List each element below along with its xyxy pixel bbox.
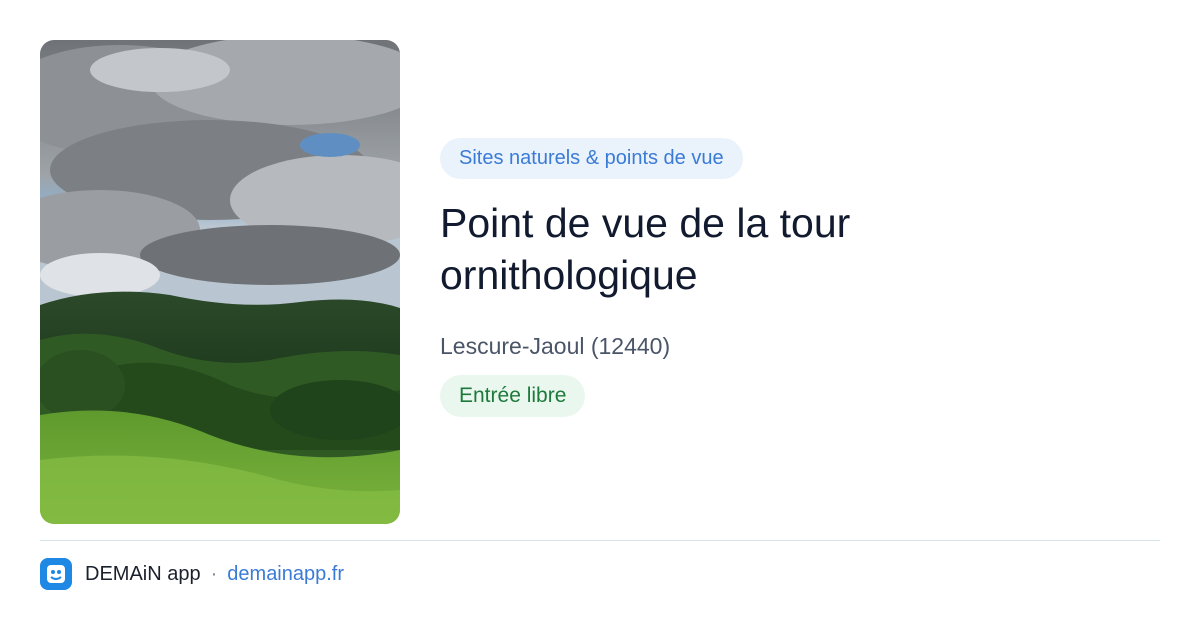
app-logo-icon[interactable]	[40, 558, 72, 590]
app-name: DEMAiN app	[85, 562, 201, 585]
landscape-image	[40, 40, 400, 524]
place-title: Point de vue de la tour ornithologique	[440, 200, 851, 298]
footer-separator: ·	[210, 562, 218, 585]
category-badge[interactable]: Sites naturels & points de vue	[440, 138, 743, 179]
app-website-link[interactable]: demainapp.fr	[227, 563, 344, 586]
place-details: Sites naturels & points de vue Point de …	[440, 138, 1160, 417]
place-location: Lescure-Jaoul (12440)	[440, 333, 671, 359]
access-badge: Entrée libre	[440, 375, 586, 417]
footer: DEMAiN app · demainapp.fr	[40, 558, 344, 590]
footer-divider	[40, 540, 1160, 541]
place-photo[interactable]	[40, 40, 400, 524]
share-card: Sites naturels & points de vue Point de …	[0, 0, 1200, 630]
